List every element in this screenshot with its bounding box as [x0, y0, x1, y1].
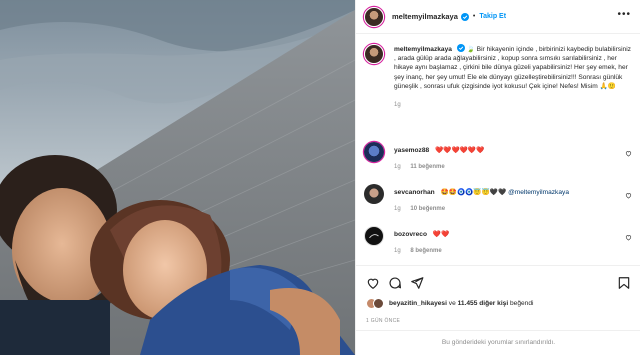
comment-body: sevcanorhan 🤩🤩🧿🧿😇😇🖤🖤 @meltemyilmazkaya [394, 188, 614, 197]
caption-time: 1g [394, 102, 401, 109]
comment-time: 1g [394, 248, 401, 254]
post-photo[interactable] [0, 0, 355, 355]
comment-icon[interactable] [388, 276, 402, 290]
likes-suffix: beğendi [510, 299, 534, 307]
bookmark-icon[interactable] [617, 276, 631, 290]
comment-like-heart-icon[interactable] [625, 150, 632, 157]
commenter-avatar[interactable] [364, 142, 384, 162]
likes-text: beyazitin_hikayesi ve 11.455 diğer kişi … [389, 300, 533, 307]
comment-like-heart-icon[interactable] [625, 234, 632, 241]
liker-avatar [373, 297, 384, 309]
caption-text-block: meltemyilmazkaya 🍃 Bir hikayenin içinde … [394, 44, 634, 110]
comment-likes[interactable]: 11 beğenme [410, 164, 444, 170]
follow-button[interactable]: Takip Et [479, 13, 506, 20]
comment-text: ❤️❤️❤️❤️❤️❤️ [435, 147, 485, 154]
comment-mention[interactable]: @meltemyilmazkaya [508, 189, 569, 196]
comment-time: 1g [394, 164, 401, 170]
share-icon[interactable] [410, 276, 424, 290]
post-header: meltemyilmazkaya • Takip Et ••• [356, 0, 640, 34]
comments-limited-notice: Bu gönderideki yorumlar sınırlandırıldı. [356, 330, 640, 355]
verified-badge-icon [456, 44, 465, 52]
more-options-icon[interactable]: ••• [617, 10, 631, 20]
post-side-panel: meltemyilmazkaya • Takip Et ••• meltemyi… [355, 0, 640, 355]
comments-section[interactable]: meltemyilmazkaya 🍃 Bir hikayenin içinde … [356, 34, 640, 265]
comment-text: ❤️❤️ [432, 231, 450, 238]
likes-others[interactable]: 11.455 diğer kişi [458, 300, 509, 307]
author-avatar[interactable] [364, 6, 384, 27]
author-username[interactable]: meltemyilmazkaya [392, 12, 458, 21]
liker-username[interactable]: beyazitin_hikayesi [389, 300, 447, 307]
logo-icon [369, 234, 379, 239]
verified-badge-icon [460, 12, 469, 21]
comment-meta: 1g 11 beğenme [394, 164, 453, 170]
comment-text: 🤩🤩🧿🧿😇😇🖤🖤 [440, 189, 507, 196]
post-date: 1 GÜN ÖNCE [366, 318, 401, 324]
caption-leaf-emoji: 🍃 [466, 46, 475, 53]
separator-dot: • [472, 13, 476, 20]
caption-username[interactable]: meltemyilmazkaya [394, 46, 452, 53]
caption-end-emoji: 🙏🙂 [599, 82, 617, 90]
comment-username[interactable]: yasemoz88 [394, 147, 429, 154]
commenter-avatar[interactable] [364, 184, 384, 204]
post-photo-image [0, 0, 355, 355]
comment-likes[interactable]: 10 beğenme [410, 206, 445, 212]
likes-connector: ve [448, 299, 456, 307]
comment-like-heart-icon[interactable] [625, 192, 632, 199]
comment-meta: 1g 10 beğenme [394, 206, 453, 212]
comment-username[interactable]: bozovreco [394, 231, 427, 238]
comment-time: 1g [394, 206, 401, 212]
comment-body: yasemoz88 ❤️❤️❤️❤️❤️❤️ [394, 146, 614, 155]
caption-avatar[interactable] [364, 44, 384, 64]
comment-likes[interactable]: 8 beğenme [410, 248, 441, 254]
commenter-avatar[interactable] [364, 226, 384, 246]
comment-meta: 1g 8 beğenme [394, 248, 450, 254]
heart-icon[interactable] [366, 276, 380, 290]
comment-body: bozovreco ❤️❤️ [394, 230, 614, 239]
comment-username[interactable]: sevcanorhan [394, 189, 435, 196]
likes-summary: beyazitin_hikayesi ve 11.455 diğer kişi … [356, 295, 640, 311]
